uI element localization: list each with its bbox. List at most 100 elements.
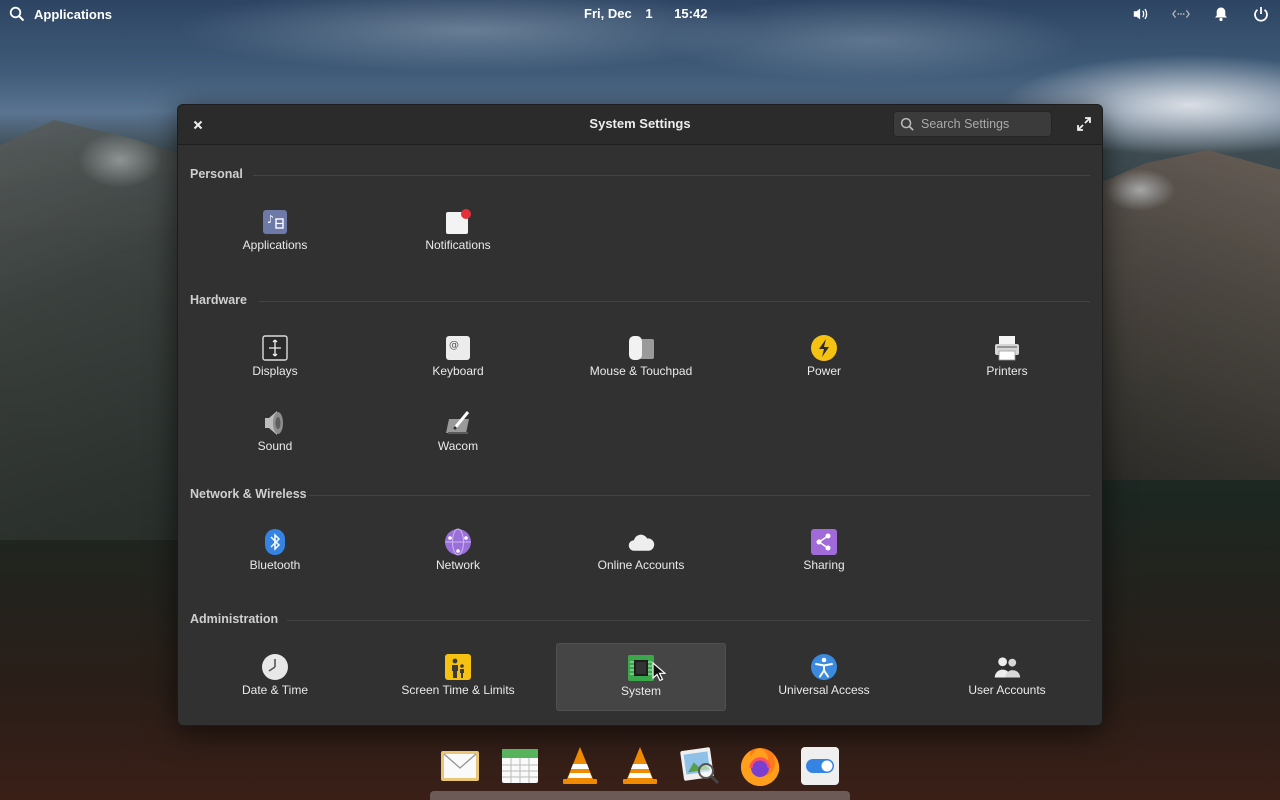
window-header: System Settings xyxy=(178,105,1102,145)
settings-item-label: User Accounts xyxy=(968,683,1046,697)
settings-item-label: Wacom xyxy=(437,439,479,453)
settings-item-label: Network xyxy=(435,558,480,572)
accessibility-icon xyxy=(810,653,838,681)
cloud-icon xyxy=(627,528,655,556)
bluetooth-icon xyxy=(261,528,289,556)
settings-item-label: Universal Access xyxy=(778,683,870,697)
notifications-icon xyxy=(444,208,472,236)
svg-text:♪: ♪ xyxy=(267,213,274,226)
settings-item-applications[interactable]: ♪ Applications xyxy=(190,198,360,266)
dock-calendar[interactable] xyxy=(498,744,542,788)
applications-label: Applications xyxy=(34,6,113,22)
settings-item-sharing[interactable]: Sharing xyxy=(739,518,909,586)
volume-icon[interactable] xyxy=(1132,5,1150,23)
search-input[interactable] xyxy=(921,117,1046,131)
settings-item-label: Bluetooth xyxy=(249,558,301,572)
clock-date: Fri, Dec xyxy=(584,6,632,21)
keyboard-icon: @ xyxy=(444,334,472,362)
settings-item-power[interactable]: Power xyxy=(739,324,909,392)
settings-item-printers[interactable]: Printers xyxy=(922,324,1092,392)
users-icon xyxy=(993,653,1021,681)
settings-grid: Personal ♪ Applications Notifications Ha… xyxy=(178,146,1102,725)
svg-text:@: @ xyxy=(449,340,459,351)
calendar-icon xyxy=(502,749,538,783)
settings-item-mouse-touchpad[interactable]: Mouse & Touchpad xyxy=(556,324,726,392)
settings-item-label: Notifications xyxy=(425,238,491,252)
parental-icon xyxy=(444,653,472,681)
settings-item-label: Date & Time xyxy=(241,683,309,697)
mouse-cursor xyxy=(652,661,667,687)
section-divider xyxy=(287,620,1090,621)
settings-item-screen-time[interactable]: Screen Time & Limits xyxy=(373,643,543,711)
search-icon xyxy=(900,117,914,131)
printer-icon xyxy=(993,334,1021,362)
settings-item-network[interactable]: Network xyxy=(373,518,543,586)
dock-mail[interactable] xyxy=(438,744,482,788)
section-title-administration: Administration xyxy=(190,612,279,626)
settings-item-user-accounts[interactable]: User Accounts xyxy=(922,643,1092,711)
settings-item-label: Applications xyxy=(242,238,308,252)
section-divider xyxy=(253,175,1090,176)
chip-icon xyxy=(627,654,655,682)
maximize-button[interactable] xyxy=(1076,116,1092,132)
bell-icon[interactable] xyxy=(1212,5,1230,23)
wallpaper-cliff-left xyxy=(0,120,180,540)
section-divider xyxy=(309,495,1090,496)
dock-system-settings[interactable] xyxy=(798,744,842,788)
clock-day: 1 xyxy=(645,6,653,21)
share-icon xyxy=(810,528,838,556)
section-title-network: Network & Wireless xyxy=(190,487,307,501)
power-icon xyxy=(810,334,838,362)
dock-background-bar xyxy=(430,791,850,800)
top-panel: Applications Fri, Dec 1 15:42 xyxy=(0,0,1280,28)
applications-menu[interactable]: Applications xyxy=(8,5,112,23)
settings-item-bluetooth[interactable]: Bluetooth xyxy=(190,518,360,586)
network-icon xyxy=(444,528,472,556)
settings-item-label: Displays xyxy=(252,364,298,378)
search-icon xyxy=(8,5,26,23)
settings-item-displays[interactable]: Displays xyxy=(190,324,360,392)
displays-icon xyxy=(261,334,289,362)
settings-item-label: Mouse & Touchpad xyxy=(589,364,693,378)
sound-icon xyxy=(261,409,289,437)
settings-item-label: Keyboard xyxy=(432,364,484,378)
vlc-icon xyxy=(563,747,597,784)
settings-item-system[interactable]: System xyxy=(556,643,726,711)
settings-item-date-time[interactable]: Date & Time xyxy=(190,643,360,711)
section-title-hardware: Hardware xyxy=(190,293,247,307)
clock[interactable]: Fri, Dec 1 15:42 xyxy=(584,6,711,21)
mail-icon xyxy=(441,751,479,781)
settings-item-online-accounts[interactable]: Online Accounts xyxy=(556,518,726,586)
settings-toggle-icon xyxy=(801,747,839,785)
clock-icon xyxy=(261,653,289,681)
settings-item-label: Sound xyxy=(257,439,293,453)
settings-item-sound[interactable]: Sound xyxy=(190,399,360,467)
settings-item-keyboard[interactable]: @ Keyboard xyxy=(373,324,543,392)
applications-icon: ♪ xyxy=(261,208,289,236)
settings-item-wacom[interactable]: Wacom xyxy=(373,399,543,467)
section-divider xyxy=(259,301,1090,302)
dock-vlc[interactable] xyxy=(558,744,602,788)
system-settings-window: System Settings Personal ♪ Applications … xyxy=(177,104,1103,726)
settings-item-label: Printers xyxy=(986,364,1028,378)
settings-item-notifications[interactable]: Notifications xyxy=(373,198,543,266)
network-status-icon[interactable] xyxy=(1172,5,1190,23)
search-field[interactable] xyxy=(893,111,1052,137)
firefox-icon xyxy=(741,748,780,786)
settings-item-universal-access[interactable]: Universal Access xyxy=(739,643,909,711)
section-title-personal: Personal xyxy=(190,167,243,181)
vlc-icon xyxy=(623,747,657,784)
clock-time: 15:42 xyxy=(674,6,708,21)
dock-image-viewer[interactable] xyxy=(678,744,722,788)
mouse-touchpad-icon xyxy=(627,334,655,362)
settings-item-label: Power xyxy=(806,364,841,378)
dock-vlc-2[interactable] xyxy=(618,744,662,788)
settings-item-label: Online Accounts xyxy=(597,558,685,572)
settings-item-label: Sharing xyxy=(803,558,845,572)
power-menu-icon[interactable] xyxy=(1252,5,1270,23)
settings-item-label: Screen Time & Limits xyxy=(401,683,515,697)
wacom-icon xyxy=(444,409,472,437)
image-viewer-icon xyxy=(680,747,720,785)
wallpaper-cliff-right xyxy=(1100,150,1280,480)
dock-firefox[interactable] xyxy=(738,744,782,788)
